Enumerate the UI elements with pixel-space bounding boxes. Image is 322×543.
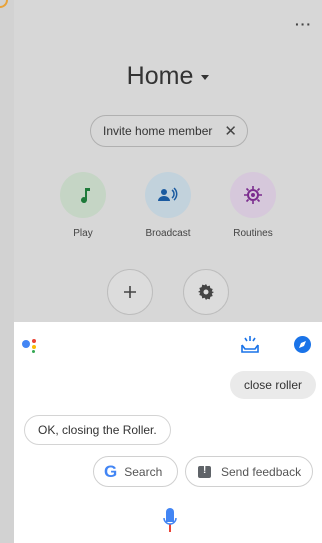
play-action[interactable]: Play — [43, 172, 123, 239]
music-note-icon — [60, 172, 106, 218]
user-query-bubble: close roller — [229, 371, 316, 399]
feedback-icon — [198, 465, 211, 478]
google-home-background: ··· Home Invite home member ✕ Play Broad… — [14, 0, 322, 322]
home-selector[interactable]: Home — [14, 62, 322, 91]
google-assistant-icon — [22, 337, 42, 353]
routines-icon — [230, 172, 276, 218]
settings-button[interactable] — [183, 269, 229, 315]
plus-icon — [124, 286, 136, 298]
snapshot-tray-icon[interactable] — [240, 334, 260, 354]
broadcast-icon — [145, 172, 191, 218]
broadcast-action[interactable]: Broadcast — [128, 172, 208, 239]
search-chip-label: Search — [124, 464, 163, 479]
feedback-chip-label: Send feedback — [221, 464, 302, 479]
send-feedback-chip[interactable]: Send feedback — [185, 456, 313, 487]
search-chip[interactable]: G Search — [93, 456, 178, 487]
page-title: Home — [126, 62, 194, 90]
add-button[interactable] — [107, 269, 153, 315]
more-options-icon[interactable]: ··· — [295, 16, 312, 32]
broadcast-label: Broadcast — [145, 228, 191, 239]
gear-icon — [198, 284, 214, 300]
assistant-response-bubble: OK, closing the Roller. — [24, 415, 171, 445]
routines-action[interactable]: Routines — [213, 172, 293, 239]
assistant-sheet: close roller OK, closing the Roller. G S… — [14, 322, 322, 543]
close-icon[interactable]: ✕ — [224, 122, 237, 140]
routines-label: Routines — [233, 228, 273, 239]
invite-home-member-chip[interactable]: Invite home member ✕ — [90, 115, 248, 147]
corner-icon — [0, 0, 8, 8]
left-edge-strip — [0, 0, 14, 543]
chevron-down-icon — [201, 74, 210, 80]
invite-chip-label: Invite home member — [103, 124, 213, 138]
phone-screen: ··· Home Invite home member ✕ Play Broad… — [14, 0, 322, 543]
play-label: Play — [73, 228, 93, 239]
google-logo-icon: G — [104, 461, 118, 481]
explore-compass-icon[interactable] — [294, 336, 311, 353]
microphone-icon[interactable] — [163, 508, 177, 532]
